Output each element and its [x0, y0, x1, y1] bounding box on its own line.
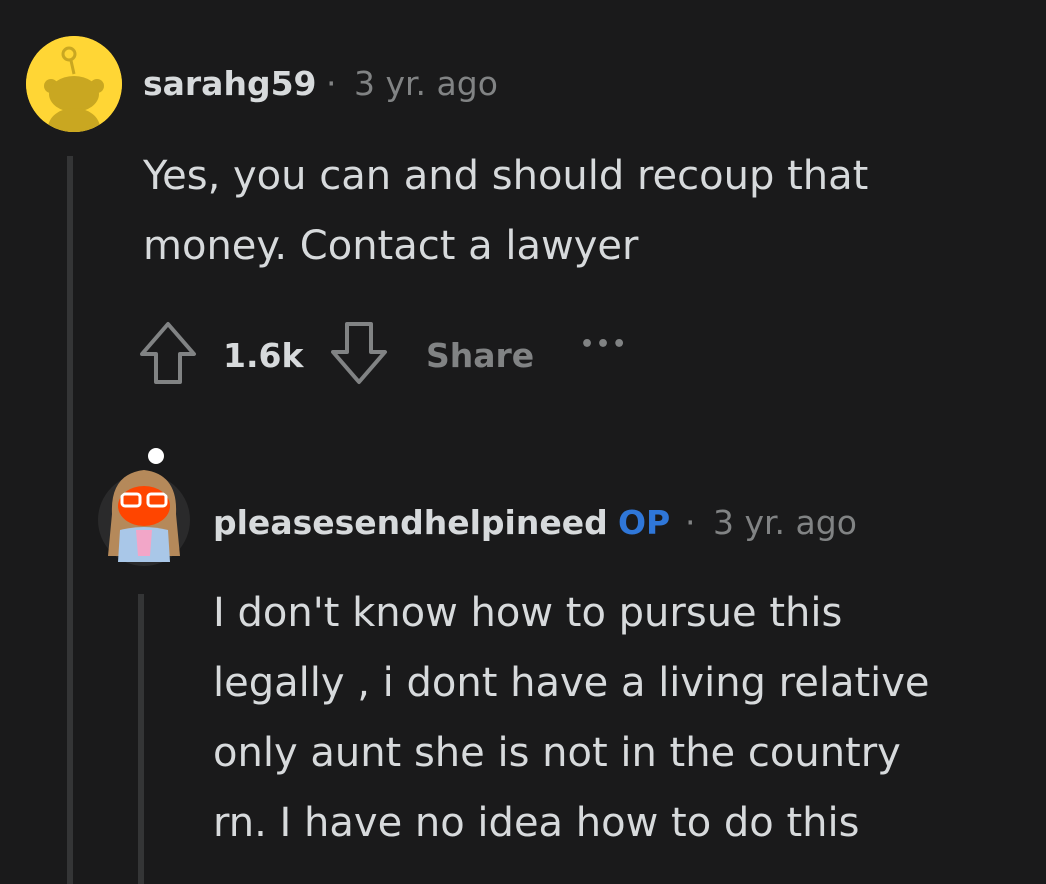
downvote-arrow-icon	[331, 322, 387, 384]
reply-body-line: legally , i dont have a living relative	[213, 660, 930, 706]
reply-body-line: only aunt she is not in the country	[213, 730, 901, 776]
vote-count: 1.6k	[223, 336, 304, 375]
reply-body-line: I don't know how to pursue this	[213, 590, 843, 636]
reply-username[interactable]: pleasesendhelpineed	[213, 503, 608, 542]
upvote-button[interactable]	[138, 320, 198, 386]
avatar[interactable]	[96, 444, 192, 568]
separator-dot: ·	[685, 503, 696, 542]
comment-username[interactable]: sarahg59	[143, 64, 317, 103]
separator-dot: ·	[326, 64, 337, 103]
avatar[interactable]	[26, 36, 122, 132]
downvote-button[interactable]	[329, 320, 389, 386]
upvote-arrow-icon	[140, 322, 196, 384]
reply-body-line: rn. I have no idea how to do this	[213, 800, 860, 846]
share-button[interactable]: Share	[426, 336, 534, 375]
thread-line-comment[interactable]	[67, 156, 73, 884]
comment-body-line: Yes, you can and should recoup that	[143, 153, 869, 199]
comment-body-line: money. Contact a lawyer	[143, 223, 639, 269]
op-badge: OP	[618, 503, 671, 542]
thread-line-reply[interactable]	[138, 594, 144, 884]
snoo-avatar-icon	[98, 446, 190, 566]
reply-timestamp[interactable]: 3 yr. ago	[713, 503, 857, 542]
snoo-avatar-icon	[26, 36, 122, 132]
more-options-button[interactable]: •••	[580, 332, 628, 357]
comment-timestamp[interactable]: 3 yr. ago	[354, 64, 498, 103]
